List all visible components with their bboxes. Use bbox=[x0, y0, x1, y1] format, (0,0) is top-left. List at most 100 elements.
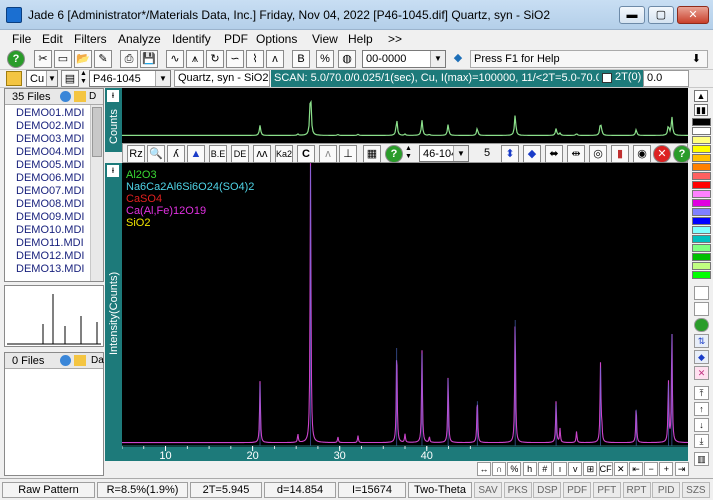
palette-swatch[interactable] bbox=[692, 226, 711, 234]
palette-swatch[interactable] bbox=[692, 163, 711, 171]
cancel-icon[interactable]: ✕ bbox=[653, 145, 671, 163]
scrollbar-thumb[interactable] bbox=[92, 107, 102, 157]
refresh-icon[interactable]: ↻ bbox=[206, 50, 224, 68]
info-icon[interactable] bbox=[60, 91, 71, 102]
select-icon[interactable]: ▭ bbox=[54, 50, 72, 68]
file-list-item[interactable]: DEMO04.MDI bbox=[16, 146, 84, 159]
arrow-down-icon[interactable]: ⬇ bbox=[692, 51, 701, 67]
palette-swatch[interactable] bbox=[692, 172, 711, 180]
menu-filters[interactable]: Filters bbox=[70, 30, 111, 48]
file-list-item[interactable]: DEMO08.MDI bbox=[16, 198, 84, 211]
bottom-tool-button[interactable]: − bbox=[644, 462, 659, 476]
bottom-tool-button[interactable]: ⇥ bbox=[674, 462, 689, 476]
zoom-icon[interactable]: 🔍 bbox=[147, 145, 165, 163]
menu-pdf[interactable]: PDF bbox=[220, 30, 252, 48]
bottom-tool-button[interactable]: ⇤ bbox=[629, 462, 643, 476]
percent-icon[interactable]: % bbox=[316, 50, 334, 68]
status-axis[interactable]: Two-Theta bbox=[408, 482, 472, 498]
bg-icon[interactable]: B bbox=[292, 50, 310, 68]
bottom-tool-button[interactable]: ı bbox=[553, 462, 567, 476]
help-icon[interactable]: ? bbox=[7, 50, 25, 68]
bottom-tool-button[interactable]: + bbox=[659, 462, 674, 476]
menu-view[interactable]: View bbox=[308, 30, 342, 48]
scissors-icon[interactable]: ✂ bbox=[34, 50, 52, 68]
diamond-icon[interactable]: ◆ bbox=[449, 50, 467, 68]
pdf-number-combo[interactable]: 00-0000 ▼ bbox=[362, 50, 446, 68]
left-right-icon[interactable]: ⬌ bbox=[545, 145, 563, 163]
file-list-item[interactable]: DEMO03.MDI bbox=[16, 133, 84, 146]
help-icon[interactable]: ? bbox=[673, 145, 691, 163]
top-icon[interactable]: ⤒ bbox=[694, 386, 709, 400]
scrollbar[interactable] bbox=[90, 105, 103, 281]
palette-swatch[interactable] bbox=[692, 253, 711, 261]
menu-identify[interactable]: Identify bbox=[168, 30, 215, 48]
line-icon[interactable]: ʌ bbox=[266, 50, 284, 68]
menu-options[interactable]: Options bbox=[252, 30, 301, 48]
bottom-tool-button[interactable]: % bbox=[507, 462, 522, 476]
open-folder-icon[interactable]: 📂 bbox=[74, 50, 92, 68]
axis-tool[interactable]: ⊥ bbox=[339, 145, 357, 163]
scale-icon[interactable]: ▥ bbox=[694, 452, 709, 466]
status-button-dsp[interactable]: DSP bbox=[533, 482, 562, 498]
arrow-up-icon[interactable]: ▲ bbox=[694, 90, 708, 102]
strip-marker[interactable]: ᵻ bbox=[107, 165, 119, 177]
file-list-item[interactable]: DEMO12.MDI bbox=[16, 250, 84, 263]
target-icon[interactable]: ◉ bbox=[633, 145, 651, 163]
maximize-button[interactable]: ▢ bbox=[648, 6, 674, 24]
bars-icon[interactable]: ▮▮ bbox=[694, 104, 708, 116]
status-button-pft[interactable]: PFT bbox=[592, 482, 621, 498]
strip-marker[interactable]: ᵻ bbox=[107, 90, 119, 102]
expand-icon[interactable]: ◆ bbox=[523, 145, 541, 163]
spin-icon[interactable]: ▲ ▼ bbox=[405, 145, 415, 162]
help-icon[interactable] bbox=[694, 318, 709, 332]
twotheta-input[interactable]: 0.0 bbox=[643, 70, 689, 87]
legend-item[interactable]: Ca(Al,Fe)12O19 bbox=[126, 205, 206, 217]
folder-icon[interactable] bbox=[6, 71, 22, 86]
status-pattern[interactable]: Raw Pattern bbox=[2, 482, 95, 498]
triangle-icon[interactable]: ▲ bbox=[187, 145, 205, 163]
bottom-tool-button[interactable]: v bbox=[568, 462, 583, 476]
folder-icon[interactable] bbox=[74, 355, 86, 366]
status-button-rpt[interactable]: RPT bbox=[622, 482, 651, 498]
palette-swatch[interactable] bbox=[692, 118, 711, 126]
bars-icon[interactable]: ▮ bbox=[611, 145, 629, 163]
diamond-icon[interactable]: ◆ bbox=[694, 350, 709, 364]
c-tool[interactable]: C bbox=[297, 145, 315, 163]
swap-icon[interactable]: ⇹ bbox=[567, 145, 585, 163]
minimize-button[interactable]: ▬ bbox=[619, 6, 645, 24]
file-list-item[interactable]: DEMO10.MDI bbox=[16, 224, 84, 237]
twotheta-checkbox[interactable] bbox=[602, 73, 612, 83]
menu-more[interactable]: >> bbox=[384, 30, 406, 48]
de-tool[interactable]: DE bbox=[231, 145, 249, 163]
edit-icon[interactable]: ✎ bbox=[94, 50, 112, 68]
rz-tool[interactable]: Rz bbox=[127, 145, 145, 163]
bottom-tool-button[interactable]: CF bbox=[598, 462, 613, 476]
lines-icon[interactable] bbox=[694, 286, 709, 300]
main-plot[interactable]: 10 20 30 40 bbox=[122, 163, 688, 461]
up-down-icon[interactable]: ⬍ bbox=[501, 145, 519, 163]
menu-file[interactable]: File bbox=[8, 30, 35, 48]
globe-icon[interactable]: ◍ bbox=[338, 50, 356, 68]
close-button[interactable]: ✕ bbox=[677, 6, 709, 24]
file-list-item[interactable]: DEMO09.MDI bbox=[16, 211, 84, 224]
spin-icon[interactable]: ▲ ▼ bbox=[80, 70, 88, 87]
pdf-select-combo[interactable]: 46-104 ▼ bbox=[419, 145, 469, 162]
peaks-icon[interactable]: ⩚ bbox=[186, 50, 204, 68]
legend-item[interactable]: Na6Ca2Al6Si6O24(SO4)2 bbox=[126, 181, 254, 193]
info-icon[interactable] bbox=[60, 355, 71, 366]
legend-item[interactable]: CaSO4 bbox=[126, 193, 162, 205]
smooth-icon[interactable]: ∿ bbox=[166, 50, 184, 68]
fit-icon[interactable]: ⌇ bbox=[246, 50, 264, 68]
legend-item[interactable]: SiO2 bbox=[126, 217, 150, 229]
bottom-tool-button[interactable]: ✕ bbox=[613, 462, 628, 476]
status-button-sav[interactable]: SAV bbox=[474, 482, 502, 498]
step-value[interactable]: 5 bbox=[475, 145, 499, 162]
be-tool[interactable]: B.E bbox=[209, 145, 227, 163]
status-button-pks[interactable]: PKS bbox=[503, 482, 532, 498]
palette-swatch[interactable] bbox=[692, 235, 711, 243]
title-bar[interactable]: Jade 6 [Administrator*/Materials Data, I… bbox=[0, 0, 713, 30]
bottom-icon[interactable]: ⤓ bbox=[694, 434, 709, 448]
cross-arrow-icon[interactable]: ✕ bbox=[694, 366, 709, 380]
palette-swatch[interactable] bbox=[692, 145, 711, 153]
shuffle-icon[interactable]: ⇅ bbox=[694, 334, 709, 348]
